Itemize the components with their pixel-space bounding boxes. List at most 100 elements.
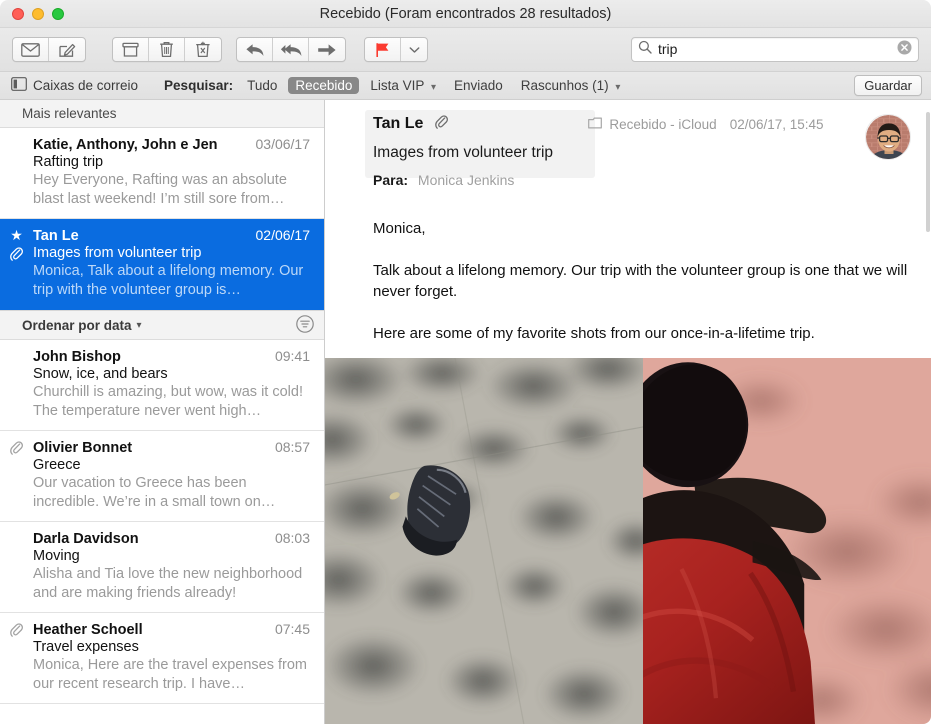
message-row-indicators [10,440,23,460]
scope-tudo[interactable]: Tudo [240,77,284,94]
message-sender: Olivier Bonnet [33,440,133,456]
message-list-row-heather-schoell[interactable]: Heather Schoell 07:45 Travel expenses Mo… [0,613,324,704]
compose-button[interactable] [49,38,85,61]
message-preview: Hey Everyone, Rafting was an absolute bl… [33,172,287,207]
message-actions-group [112,37,222,62]
message-subject: Images from volunteer trip [373,144,554,161]
message-subject: Snow, ice, and bears [33,366,168,382]
search-scope-label: Pesquisar: [164,78,234,93]
flag-menu-button[interactable] [401,38,427,61]
archive-box-icon [122,42,139,58]
message-sender: Darla Davidson [33,531,139,547]
scope-recebido-label: Recebido [295,78,353,93]
message-body-paragraph: Monica, [373,220,426,237]
to-value[interactable]: Monica Jenkins [418,172,515,188]
message-date: 08:03 [274,530,310,546]
message-list[interactable]: Mais relevantes Katie, Anthony, John e J… [0,100,325,724]
message-list-row-katie[interactable]: Katie, Anthony, John e Jen 03/06/17 Raft… [0,128,324,219]
message-body-paragraph: Here are some of my favorite shots from … [373,325,815,342]
chevron-down-icon: ▾ [615,82,621,93]
reply-actions-group [236,37,346,62]
vip-star-icon: ★ [10,227,23,243]
search-field[interactable] [631,37,919,62]
message-mailbox: Recebido - iCloud [609,116,717,132]
message-header: Tan Le Recebido - iCloud 02/06/17, 15:45… [325,100,931,200]
junk-button[interactable] [185,38,221,61]
window-title: Recebido (Foram encontrados 28 resultado… [319,5,612,22]
message-subject: Greece [33,457,81,473]
scope-rascunhos[interactable]: Rascunhos (1) ▾ [514,77,628,94]
scope-recebido[interactable]: Recebido [288,77,360,94]
message-sender: Tan Le [33,228,79,244]
message-list-row-john-bishop[interactable]: John Bishop 09:41 Snow, ice, and bears C… [0,340,324,431]
save-search-button[interactable]: Guardar [854,75,922,96]
flag-button[interactable] [365,38,401,61]
chevron-down-icon: ▾ [430,82,436,93]
to-label: Para: [373,172,409,188]
message-date: 03/06/17 [255,136,311,152]
clear-circle-icon[interactable] [897,40,912,60]
photo-attachment-right[interactable] [643,358,931,724]
mail-window: Recebido (Foram encontrados 28 resultado… [0,0,931,724]
message-preview: Monica, Here are the travel expenses fro… [33,657,308,692]
chevron-down-icon[interactable]: ▾ [137,320,142,331]
flag-icon [374,42,391,58]
close-button[interactable] [12,7,24,20]
sort-bar: Ordenar por data ▾ [0,310,324,340]
reply-all-button[interactable] [273,38,309,61]
filter-funnel-icon[interactable] [296,314,314,336]
scope-tudo-label: Tudo [247,78,278,93]
message-row-indicators [10,622,23,642]
toolbar [0,28,931,72]
message-preview: Monica, Talk about a lifelong memory. Ou… [33,263,304,298]
message-view: Tan Le Recebido - iCloud 02/06/17, 15:45… [325,100,931,724]
paperclip-icon [10,622,23,642]
compose-icon [58,42,76,58]
message-subject: Moving [33,548,80,564]
sort-by-button[interactable]: Ordenar por data [22,318,132,333]
delete-button[interactable] [149,38,185,61]
scope-lista-vip-label: Lista VIP [370,78,425,93]
mailboxes-toggle-button[interactable]: Caixas de correio [11,77,138,94]
message-attachments [325,358,931,724]
message-date: 07:45 [274,621,310,637]
minimize-button[interactable] [32,7,44,20]
get-mail-button[interactable] [13,38,49,61]
mail-actions-group [12,37,86,62]
chevron-down-icon [409,46,420,54]
photo-attachment-right-image [643,358,931,724]
message-preview: Our vacation to Greece has been incredib… [33,475,276,510]
message-from: Tan Le [373,115,424,132]
zoom-button[interactable] [52,7,64,20]
search-input[interactable] [652,38,897,61]
photo-attachment-left-image [325,358,643,724]
message-list-row-darla-davidson[interactable]: Darla Davidson 08:03 Moving Alisha and T… [0,522,324,613]
avatar[interactable] [865,114,911,160]
archive-button[interactable] [113,38,149,61]
folder-icon [588,117,603,132]
reply-button[interactable] [237,38,273,61]
message-recipients: Para: Monica Jenkins [373,172,915,188]
scope-lista-vip[interactable]: Lista VIP ▾ [363,77,443,94]
message-subject: Travel expenses [33,639,139,655]
forward-button[interactable] [309,38,345,61]
message-view-scrollbar[interactable] [926,112,930,232]
paperclip-icon[interactable] [435,114,449,134]
message-date: 02/06/17 [255,227,311,243]
message-subject: Images from volunteer trip [33,245,202,261]
titlebar: Recebido (Foram encontrados 28 resultado… [0,0,931,28]
message-sender: Heather Schoell [33,622,143,638]
message-body: Monica, Talk about a lifelong memory. Ou… [325,200,931,344]
envelope-icon [21,42,40,57]
paperclip-icon [10,246,23,266]
scope-enviado[interactable]: Enviado [447,77,510,94]
message-preview: Alisha and Tia love the new neighborhood… [33,566,303,601]
scope-enviado-label: Enviado [454,78,503,93]
mailboxes-label: Caixas de correio [33,78,139,93]
trash-icon [159,41,174,58]
message-list-row-olivier-bonnet[interactable]: Olivier Bonnet 08:57 Greece Our vacation… [0,431,324,522]
message-list-row-tan-le[interactable]: ★ Tan Le 02/06/17 Images from volunteer … [0,219,324,310]
photo-attachment-left[interactable] [325,358,643,724]
search-icon [638,40,652,59]
flag-group [364,37,428,62]
